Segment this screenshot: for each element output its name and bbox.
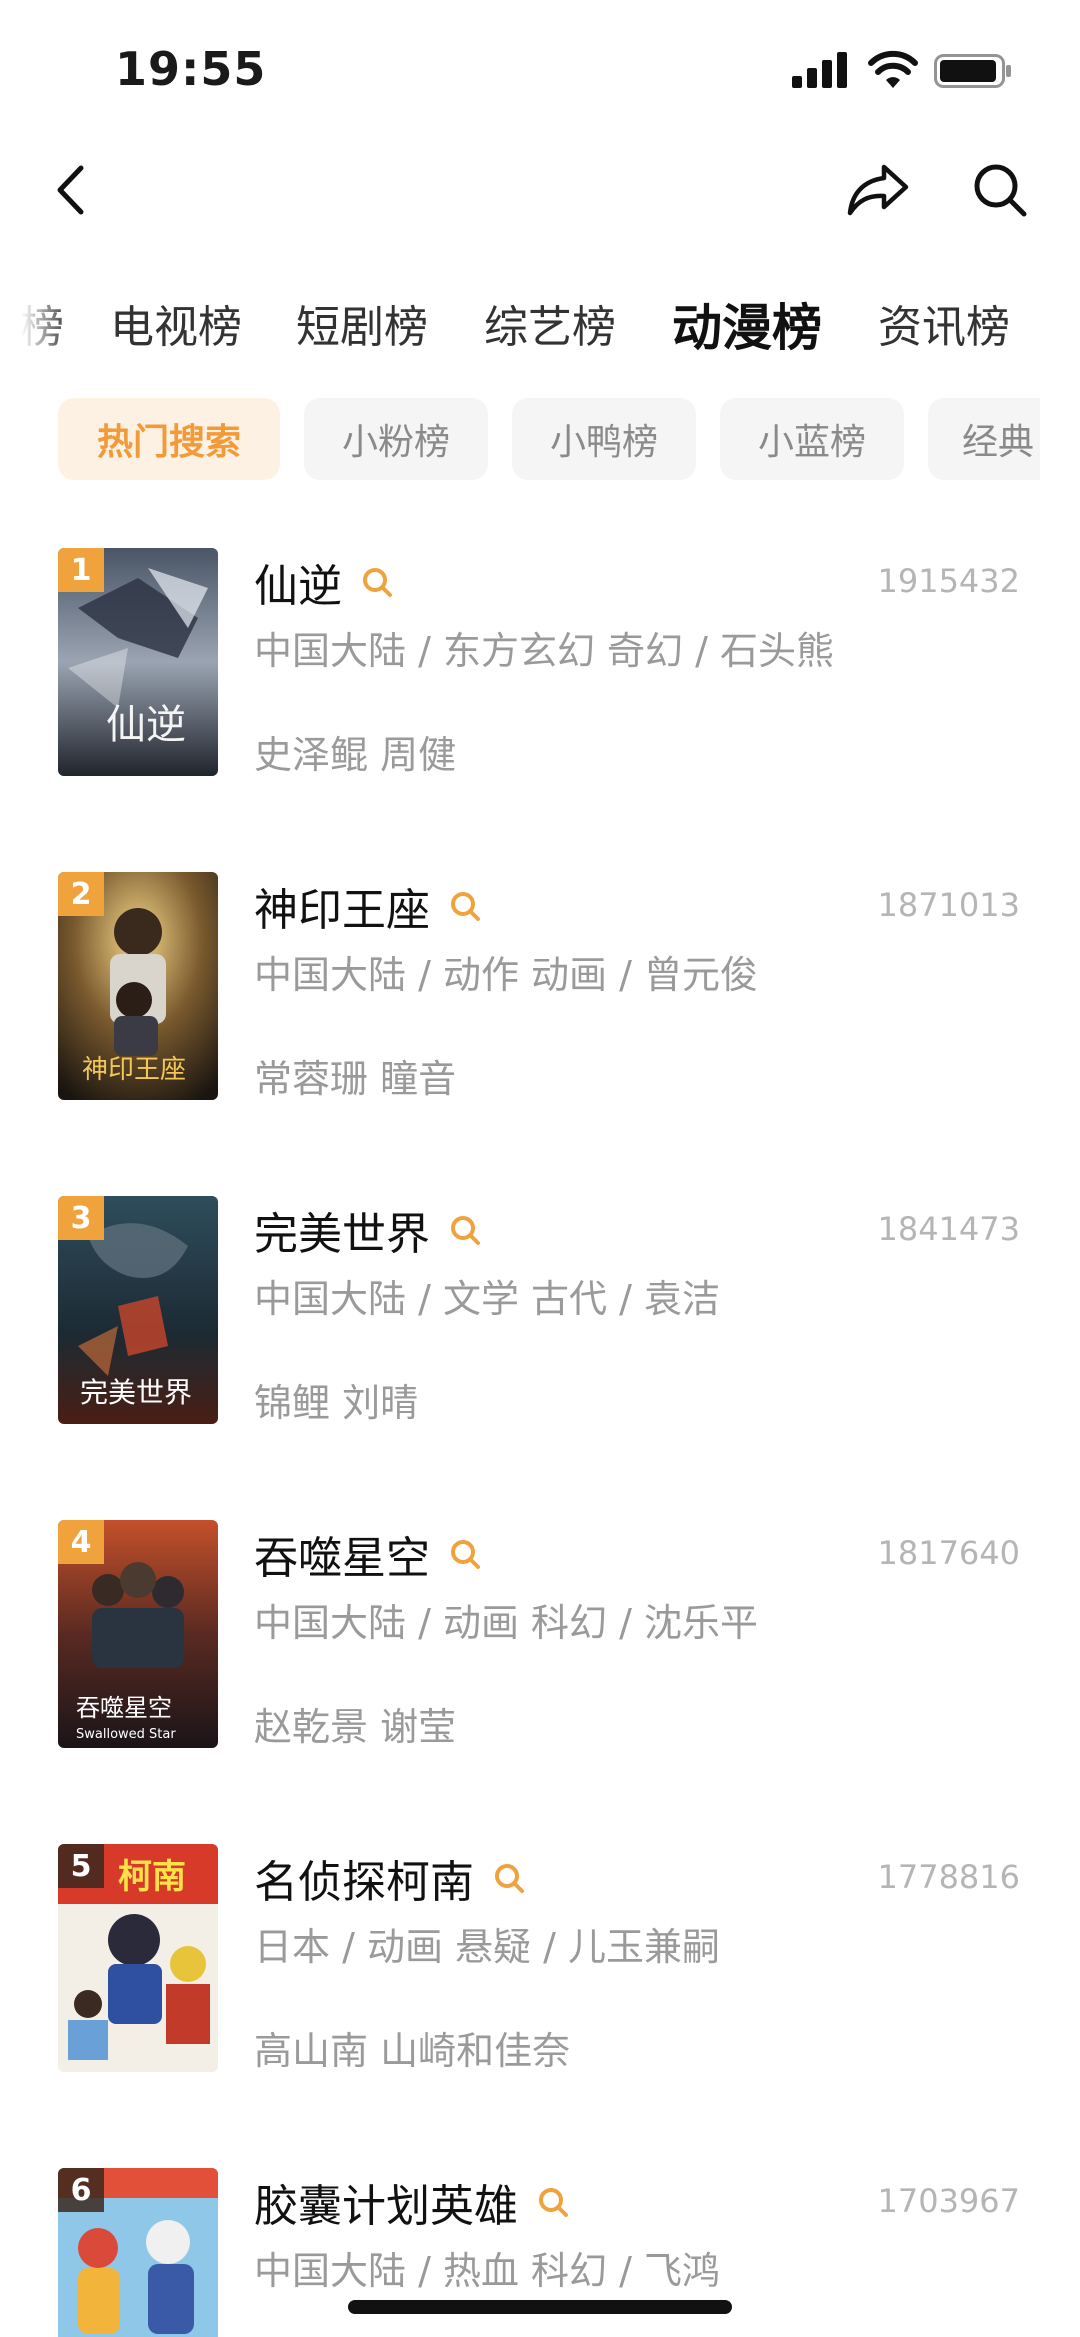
search-icon[interactable] <box>360 565 394 599</box>
poster-image: 完美世界 3 <box>58 1196 218 1424</box>
search-icon[interactable] <box>448 1537 482 1571</box>
search-icon[interactable] <box>536 2185 570 2219</box>
subtab-hot-search[interactable]: 热门搜索 <box>58 398 280 480</box>
back-button[interactable] <box>40 150 100 230</box>
list-item[interactable]: 完美世界 3 完美世界 1841473 中国大陆 / 文学 古代 / 袁洁 锦鲤… <box>0 1196 1080 1436</box>
title-row: 胶囊计划英雄 <box>254 2170 570 2234</box>
subtab-blue[interactable]: 小蓝榜 <box>720 398 904 480</box>
rank-badge: 4 <box>58 1520 104 1564</box>
ranking-page: 19:55 电视榜 短剧榜 综艺榜 动漫榜 资讯榜 热门搜索 小粉榜 小鸭榜 小… <box>0 0 1080 2337</box>
title-row: 神印王座 <box>254 874 482 938</box>
status-bar: 19:55 <box>0 0 1080 140</box>
title-row: 名侦探柯南 <box>254 1846 526 1910</box>
search-icon[interactable] <box>492 1861 526 1895</box>
item-title: 完美世界 <box>254 1209 430 1260</box>
poster-title-text: 完美世界 <box>80 1376 192 1409</box>
poster-title-text: 柯南 <box>118 1857 186 1897</box>
rank-badge: 6 <box>58 2168 104 2212</box>
title-row: 仙逆 <box>254 550 394 614</box>
poster-title-text: 吞噬星空 <box>76 1694 172 1722</box>
poster-image: 6 <box>58 2168 218 2337</box>
rank-badge: 2 <box>58 872 104 916</box>
item-meta: 中国大陆 / 热血 科幻 / 飞鸿 <box>254 2249 721 2293</box>
poster-title-text: 仙逆 <box>106 702 186 748</box>
tabs-fade-left <box>0 290 70 366</box>
hot-score: 1841473 <box>877 1210 1020 1248</box>
item-title: 胶囊计划英雄 <box>254 2181 518 2232</box>
list-item[interactable]: 神印王座 2 神印王座 1871013 中国大陆 / 动作 动画 / 曾元俊 常… <box>0 872 1080 1112</box>
share-button[interactable] <box>838 150 918 230</box>
list-item[interactable]: 柯南 5 名侦探柯南 1778816 日本 / 动画 悬疑 / 儿玉兼嗣 高山南… <box>0 1844 1080 2084</box>
rank-badge: 3 <box>58 1196 104 1240</box>
nav-bar <box>0 140 1080 260</box>
poster-image: 神印王座 2 <box>58 872 218 1100</box>
item-meta: 中国大陆 / 动作 动画 / 曾元俊 <box>254 953 759 997</box>
poster-subtitle-text: Swallowed Star <box>76 1727 176 1742</box>
poster-title-text: 神印王座 <box>82 1055 186 1085</box>
rank-badge: 5 <box>58 1844 104 1888</box>
tab-variety[interactable]: 综艺榜 <box>484 290 616 366</box>
hot-score: 1915432 <box>877 562 1020 600</box>
item-cast: 赵乾景 谢莹 <box>254 1705 457 1749</box>
item-cast: 常蓉珊 瞳音 <box>254 1057 457 1101</box>
search-icon[interactable] <box>448 889 482 923</box>
battery-icon <box>934 54 1011 88</box>
item-title: 仙逆 <box>254 561 342 612</box>
search-icon[interactable] <box>448 1213 482 1247</box>
share-icon <box>847 164 909 216</box>
tab-anime[interactable]: 动漫榜 <box>672 290 822 366</box>
item-cast: 史泽鲲 周健 <box>254 733 457 777</box>
item-meta: 中国大陆 / 文学 古代 / 袁洁 <box>254 1277 721 1321</box>
subtab-duck[interactable]: 小鸭榜 <box>512 398 696 480</box>
rank-badge: 1 <box>58 548 104 592</box>
tab-news[interactable]: 资讯榜 <box>878 290 1010 366</box>
item-meta: 日本 / 动画 悬疑 / 儿玉兼嗣 <box>254 1925 721 1969</box>
item-meta: 中国大陆 / 东方玄幻 奇幻 / 石头熊 <box>254 629 835 673</box>
title-row: 吞噬星空 <box>254 1522 482 1586</box>
item-title: 吞噬星空 <box>254 1533 430 1584</box>
hot-score: 1817640 <box>877 1534 1020 1572</box>
list-item[interactable]: 吞噬星空 Swallowed Star 4 吞噬星空 1817640 中国大陆 … <box>0 1520 1080 1760</box>
hot-score: 1778816 <box>877 1858 1020 1896</box>
search-button[interactable] <box>960 150 1040 230</box>
subtab-classic[interactable]: 经典 <box>928 398 1040 480</box>
search-icon <box>974 164 1027 217</box>
hot-score: 1871013 <box>877 886 1020 924</box>
poster-image: 吞噬星空 Swallowed Star 4 <box>58 1520 218 1748</box>
tabs-fade-right <box>1040 290 1080 366</box>
item-cast: 锦鲤 刘晴 <box>254 1381 419 1425</box>
item-title: 神印王座 <box>254 885 430 936</box>
hot-score: 1703967 <box>877 2182 1020 2220</box>
poster-image: 柯南 5 <box>58 1844 218 2072</box>
chevron-left-icon <box>57 165 84 215</box>
title-row: 完美世界 <box>254 1198 482 1262</box>
tab-short-drama[interactable]: 短剧榜 <box>296 290 428 366</box>
poster-image: 仙逆 1 <box>58 548 218 776</box>
list-item[interactable]: 仙逆 1 仙逆 1915432 中国大陆 / 东方玄幻 奇幻 / 石头熊 史泽鲲… <box>0 548 1080 788</box>
cellular-signal-icon <box>792 52 847 88</box>
item-title: 名侦探柯南 <box>254 1857 474 1908</box>
sub-tabs: 热门搜索 小粉榜 小鸭榜 小蓝榜 经典 <box>0 398 1040 480</box>
item-meta: 中国大陆 / 动画 科幻 / 沈乐平 <box>254 1601 759 1645</box>
wifi-icon <box>868 50 918 88</box>
category-tabs: 榜 电视榜 短剧榜 综艺榜 动漫榜 资讯榜 <box>0 290 1080 366</box>
status-time: 19:55 <box>115 42 267 96</box>
subtab-pink[interactable]: 小粉榜 <box>304 398 488 480</box>
home-indicator[interactable] <box>348 2300 732 2314</box>
tab-tv[interactable]: 电视榜 <box>110 290 242 366</box>
item-cast: 高山南 山崎和佳奈 <box>254 2029 571 2073</box>
